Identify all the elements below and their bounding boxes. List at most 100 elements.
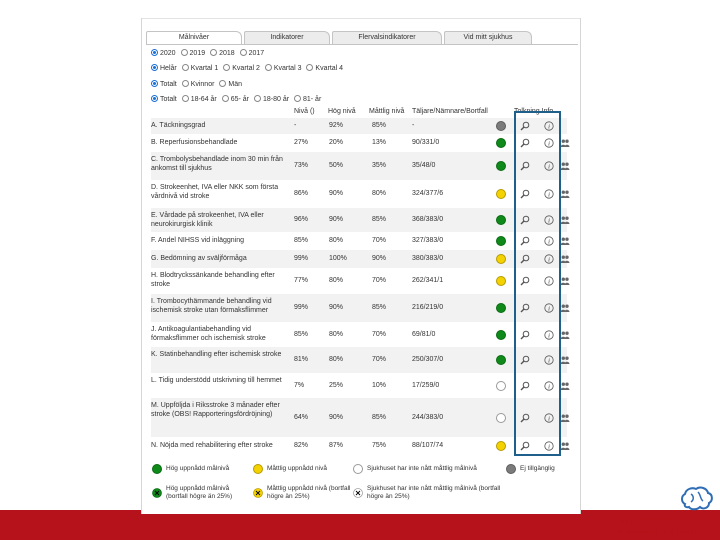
legend-gray-icon xyxy=(506,464,516,474)
legend-unavailable: Ej tillgänglig xyxy=(520,465,555,472)
option-label: Totalt xyxy=(160,96,177,103)
status-green-icon xyxy=(496,303,506,313)
sex-option[interactable]: Kvinnor xyxy=(181,79,214,90)
period-option[interactable]: Kvartal 4 xyxy=(306,63,343,74)
level-value: 27% xyxy=(294,139,309,146)
age-filter: Totalt 18-64 år 65- år 18-80 år 81- år xyxy=(151,94,324,105)
tab-malnivaer[interactable]: Målnivåer xyxy=(146,31,242,45)
moderate-target: 13% xyxy=(372,139,387,146)
option-label: 81- år xyxy=(303,96,322,103)
radio-icon xyxy=(181,95,189,102)
age-option[interactable]: 18-80 år xyxy=(253,94,289,105)
sex-filter: Totalt Kvinnor Män xyxy=(151,79,245,90)
table-row: M. Uppföljda i Riksstroke 3 månader efte… xyxy=(151,398,570,437)
status-green-icon xyxy=(496,161,506,171)
high-target: 87% xyxy=(329,442,344,449)
counts-value: 17/259/0 xyxy=(412,382,440,389)
radio-icon xyxy=(306,64,314,71)
year-option[interactable]: 2017 xyxy=(239,48,265,59)
high-target: 90% xyxy=(329,414,344,421)
indicator-name: D. Strokeenhet, IVA eller NKK som första… xyxy=(151,184,279,200)
high-target: 90% xyxy=(329,190,344,197)
legend-white-icon xyxy=(353,464,363,474)
high-target: 50% xyxy=(329,162,344,169)
level-value: 7% xyxy=(294,382,305,389)
people-icon[interactable] xyxy=(560,254,570,264)
counts-value: 35/48/0 xyxy=(412,162,436,169)
option-label: 2020 xyxy=(160,50,176,57)
status-green-icon xyxy=(496,236,506,246)
age-option[interactable]: 18-64 år xyxy=(181,94,217,105)
moderate-target: 85% xyxy=(372,122,387,129)
people-icon[interactable] xyxy=(560,355,570,365)
radio-icon xyxy=(221,95,229,102)
year-option[interactable]: 2018 xyxy=(210,48,235,59)
tab-flervalsindikatorer[interactable]: Flervalsindikatorer xyxy=(332,31,442,44)
counts-value: 88/107/74 xyxy=(412,442,444,449)
status-yellow-icon xyxy=(496,254,506,264)
legend-high: Hög uppnådd målnivå xyxy=(166,465,230,472)
people-icon[interactable] xyxy=(560,138,570,148)
age-option[interactable]: 65- år xyxy=(221,94,250,105)
table-row: G. Bedömning av sväljförmåga 99% 100% 90% 38… xyxy=(151,250,570,268)
legend-not-reached-drop: Sjukhuset har inte nått måttlig målnivå … xyxy=(367,485,501,500)
people-icon[interactable] xyxy=(560,161,570,171)
tab-vid-mitt-sjukhus[interactable]: Vid mitt sjukhus xyxy=(444,31,532,44)
level-value: 85% xyxy=(294,331,309,338)
riksstroke-logo: RIKSSTROKE The Swedish Stroke Register xyxy=(606,486,716,538)
people-icon[interactable] xyxy=(560,330,570,340)
indicator-name: A. Täckningsgrad xyxy=(151,122,206,129)
period-option[interactable]: Kvartal 1 xyxy=(181,63,218,74)
people-icon[interactable] xyxy=(560,413,570,423)
year-option[interactable]: 2019 xyxy=(180,48,205,59)
table-row: N. Nöjda med rehabilitering efter stroke… xyxy=(151,437,570,454)
status-yellow-icon xyxy=(496,189,506,199)
table-row: I. Trombocythämmande behandling vid isch… xyxy=(151,294,570,322)
option-label: 2017 xyxy=(248,50,265,57)
status-white-icon xyxy=(496,381,506,391)
level-value: 81% xyxy=(294,356,309,363)
indicator-name: L. Tidig understödd utskrivning till hem… xyxy=(151,377,282,384)
header-counts: Täljare/Nämnare/Bortfall xyxy=(412,108,488,115)
high-target: 90% xyxy=(329,216,344,223)
highlight-box xyxy=(514,111,561,456)
radio-icon xyxy=(181,80,189,87)
tab-indikatorer[interactable]: Indikatorer xyxy=(244,31,330,44)
people-icon[interactable] xyxy=(560,236,570,246)
legend-green-cross-icon xyxy=(152,488,162,498)
age-option[interactable]: 81- år xyxy=(294,94,321,105)
level-value: 99% xyxy=(294,304,309,311)
table-row: H. Blodtryckssänkande behandling efter s… xyxy=(151,268,570,294)
brain-logo-icon xyxy=(681,486,713,511)
period-filter: Helår Kvartal 1 Kvartal 2 Kvartal 3 Kvar… xyxy=(151,63,346,74)
level-value: 82% xyxy=(294,442,309,449)
people-icon[interactable] xyxy=(560,276,570,286)
sex-option[interactable]: Män xyxy=(219,79,242,90)
year-filter: 2020 2019 2018 2017 xyxy=(151,48,267,59)
status-green-icon xyxy=(496,330,506,340)
age-option[interactable]: Totalt xyxy=(151,94,177,105)
option-label: 65- år xyxy=(230,96,250,103)
period-option[interactable]: Helår xyxy=(151,63,177,74)
year-option[interactable]: 2020 xyxy=(151,48,176,59)
legend-not-reached: Sjukhuset har inte nått måttlig målnivå xyxy=(367,465,477,472)
people-icon[interactable] xyxy=(560,441,570,451)
people-icon[interactable] xyxy=(560,215,570,225)
legend-high-drop: Hög uppnådd målnivå (bortfall högre än 2… xyxy=(166,485,233,500)
table-row: D. Strokeenhet, IVA eller NKK som första… xyxy=(151,180,570,208)
indicator-name: K. Statinbehandling efter ischemisk stro… xyxy=(151,351,282,358)
period-option[interactable]: Kvartal 3 xyxy=(264,63,301,74)
sex-option[interactable]: Totalt xyxy=(151,79,177,90)
status-green-icon xyxy=(496,215,506,225)
counts-value: 380/383/0 xyxy=(412,255,444,262)
indicator-name: I. Trombocythämmande behandling vid isch… xyxy=(151,298,272,314)
people-icon[interactable] xyxy=(560,303,570,313)
high-target: 90% xyxy=(329,304,344,311)
counts-value: 90/331/0 xyxy=(412,139,440,146)
people-icon[interactable] xyxy=(560,381,570,391)
people-icon[interactable] xyxy=(560,189,570,199)
moderate-target: 70% xyxy=(372,277,387,284)
level-value: 85% xyxy=(294,237,309,244)
indicator-name: C. Trombolysbehandlade inom 30 min från … xyxy=(151,156,283,172)
period-option[interactable]: Kvartal 2 xyxy=(223,63,260,74)
